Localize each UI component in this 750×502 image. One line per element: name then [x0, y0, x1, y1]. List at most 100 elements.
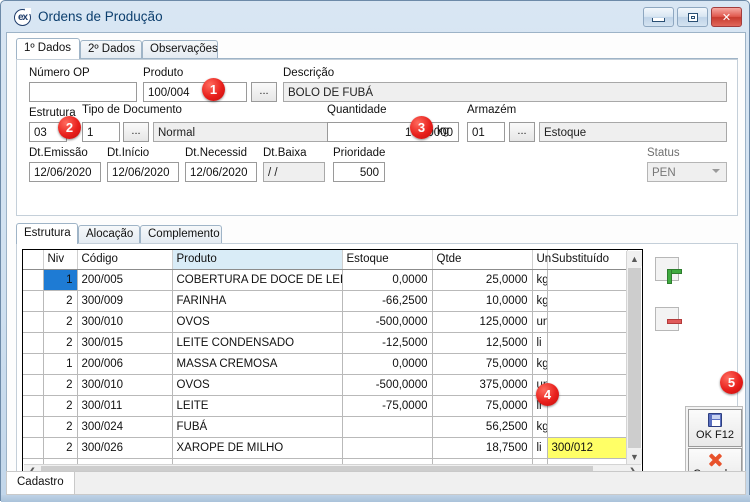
cell-estoque[interactable]: -500,0000	[342, 311, 433, 333]
cell-produto[interactable]: FUBÁ	[172, 416, 343, 438]
cell-un[interactable]: kg	[532, 416, 548, 438]
cell-niv[interactable]: 2	[43, 311, 78, 333]
cell-codigo[interactable]: 300/026	[77, 437, 173, 459]
table-row[interactable]: 1 200/006 MASSA CREMOSA 0,0000 75,0000 k…	[23, 353, 628, 375]
row-gutter[interactable]	[23, 374, 44, 396]
dt-emissao-input[interactable]: 12/06/2020	[29, 162, 101, 182]
maximize-button[interactable]	[677, 7, 708, 27]
cell-produto[interactable]: FARINHA	[172, 290, 343, 312]
cell-qtde[interactable]: 25,0000	[432, 269, 533, 291]
cell-estoque[interactable]: -500,0000	[342, 374, 433, 396]
cell-niv[interactable]: 2	[43, 332, 78, 354]
numero-op-input[interactable]	[29, 82, 137, 102]
minimize-button[interactable]	[643, 7, 674, 27]
cell-estoque[interactable]	[342, 416, 433, 438]
cell-un[interactable]: un	[532, 311, 548, 333]
table-row[interactable]: 1 200/005 COBERTURA DE DOCE DE LEITE 0,0…	[23, 269, 628, 291]
cell-codigo[interactable]: 300/009	[77, 290, 173, 312]
tipo-documento-browse-button[interactable]: ...	[123, 122, 149, 142]
cell-niv[interactable]: 2	[43, 290, 78, 312]
vertical-scroll-thumb[interactable]	[628, 268, 641, 448]
status-select[interactable]: PEN	[647, 162, 727, 182]
tab-estrutura[interactable]: Estrutura	[16, 223, 78, 244]
cell-codigo[interactable]: 300/024	[77, 416, 173, 438]
cell-estoque[interactable]: -12,5000	[342, 332, 433, 354]
row-gutter[interactable]	[23, 395, 44, 417]
ok-button[interactable]: OK F12	[688, 409, 742, 447]
close-button[interactable]: ✕	[711, 7, 742, 27]
add-row-button[interactable]	[655, 257, 682, 284]
cell-codigo[interactable]: 300/011	[77, 395, 173, 417]
row-gutter[interactable]	[23, 416, 44, 438]
cell-codigo[interactable]: 300/010	[77, 311, 173, 333]
cell-substituido[interactable]	[547, 374, 628, 396]
tab-2-dados[interactable]: 2º Dados	[80, 40, 142, 58]
column-header-un[interactable]: Un	[532, 250, 551, 270]
cell-substituido[interactable]	[547, 269, 628, 291]
column-header-substituido[interactable]: Substituído	[547, 250, 628, 270]
cell-niv[interactable]: 2	[43, 416, 78, 438]
cell-substituido[interactable]	[547, 416, 628, 438]
cell-qtde[interactable]: 375,0000	[432, 374, 533, 396]
cell-estoque[interactable]	[342, 437, 433, 459]
cell-substituido[interactable]	[547, 311, 628, 333]
row-gutter[interactable]	[23, 290, 44, 312]
tab-alocacao[interactable]: Alocação	[78, 225, 140, 243]
cell-un[interactable]: kg	[532, 290, 548, 312]
cell-produto[interactable]: OVOS	[172, 311, 343, 333]
column-header-niv[interactable]: Niv	[43, 250, 78, 270]
cell-codigo[interactable]: 200/005	[77, 269, 173, 291]
column-header-qtde[interactable]: Qtde	[432, 250, 533, 270]
scroll-down-icon[interactable]: ▼	[627, 449, 642, 464]
cell-substituido[interactable]	[547, 332, 628, 354]
tab-observacoes[interactable]: Observações	[142, 40, 218, 58]
cell-niv[interactable]: 2	[43, 395, 78, 417]
table-row[interactable]: 2 300/015 LEITE CONDENSADO -12,5000 12,5…	[23, 332, 628, 354]
cell-niv[interactable]: 1	[43, 353, 78, 375]
cell-produto[interactable]: MASSA CREMOSA	[172, 353, 343, 375]
row-gutter[interactable]	[23, 269, 44, 291]
table-row[interactable]: 2 300/024 FUBÁ 56,2500 kg	[23, 416, 628, 438]
cell-qtde[interactable]: 18,7500	[432, 437, 533, 459]
grid-vertical-scrollbar[interactable]: ▲ ▼	[626, 251, 642, 464]
cell-qtde[interactable]: 75,0000	[432, 395, 533, 417]
cell-estoque[interactable]: 0,0000	[342, 269, 433, 291]
cell-qtde[interactable]: 10,0000	[432, 290, 533, 312]
column-header-codigo[interactable]: Código	[77, 250, 173, 270]
column-header-produto[interactable]: Produto	[172, 250, 343, 270]
dt-necessid-input[interactable]: 12/06/2020	[185, 162, 257, 182]
cell-un[interactable]: kg	[532, 269, 548, 291]
produto-input[interactable]: 100/004	[143, 82, 247, 102]
cell-niv[interactable]: 2	[43, 437, 78, 459]
tab-1-dados[interactable]: 1º Dados	[16, 38, 80, 59]
table-row[interactable]: 2 300/026 XAROPE DE MILHO 18,7500 li 300…	[23, 437, 628, 459]
row-gutter[interactable]	[23, 437, 44, 459]
cell-codigo[interactable]: 300/010	[77, 374, 173, 396]
row-gutter[interactable]	[23, 353, 44, 375]
table-row[interactable]: 2 300/010 OVOS -500,0000 125,0000 un	[23, 311, 628, 333]
row-gutter[interactable]	[23, 311, 44, 333]
cell-estoque[interactable]: -75,0000	[342, 395, 433, 417]
cell-un[interactable]: li	[532, 437, 548, 459]
cell-qtde[interactable]: 125,0000	[432, 311, 533, 333]
status-tab-cadastro[interactable]: Cadastro	[7, 472, 75, 494]
table-row[interactable]: 2 300/009 FARINHA -66,2500 10,0000 kg	[23, 290, 628, 312]
cell-un[interactable]: li	[532, 332, 548, 354]
cell-qtde[interactable]: 56,2500	[432, 416, 533, 438]
cell-estoque[interactable]: 0,0000	[342, 353, 433, 375]
row-gutter[interactable]	[23, 332, 44, 354]
column-header-estoque[interactable]: Estoque	[342, 250, 433, 270]
remove-row-button[interactable]	[655, 307, 682, 331]
cell-substituido[interactable]	[547, 353, 628, 375]
cell-produto[interactable]: COBERTURA DE DOCE DE LEITE	[172, 269, 343, 291]
cell-estoque[interactable]: -66,2500	[342, 290, 433, 312]
armazem-input[interactable]: 01	[467, 122, 505, 142]
cell-un[interactable]: kg	[532, 353, 548, 375]
cell-substituido[interactable]	[547, 290, 628, 312]
cell-substituido[interactable]: 300/012	[547, 437, 628, 459]
cell-produto[interactable]: LEITE CONDENSADO	[172, 332, 343, 354]
armazem-browse-button[interactable]: ...	[509, 122, 535, 142]
cell-qtde[interactable]: 12,5000	[432, 332, 533, 354]
cell-qtde[interactable]: 75,0000	[432, 353, 533, 375]
cell-produto[interactable]: LEITE	[172, 395, 343, 417]
